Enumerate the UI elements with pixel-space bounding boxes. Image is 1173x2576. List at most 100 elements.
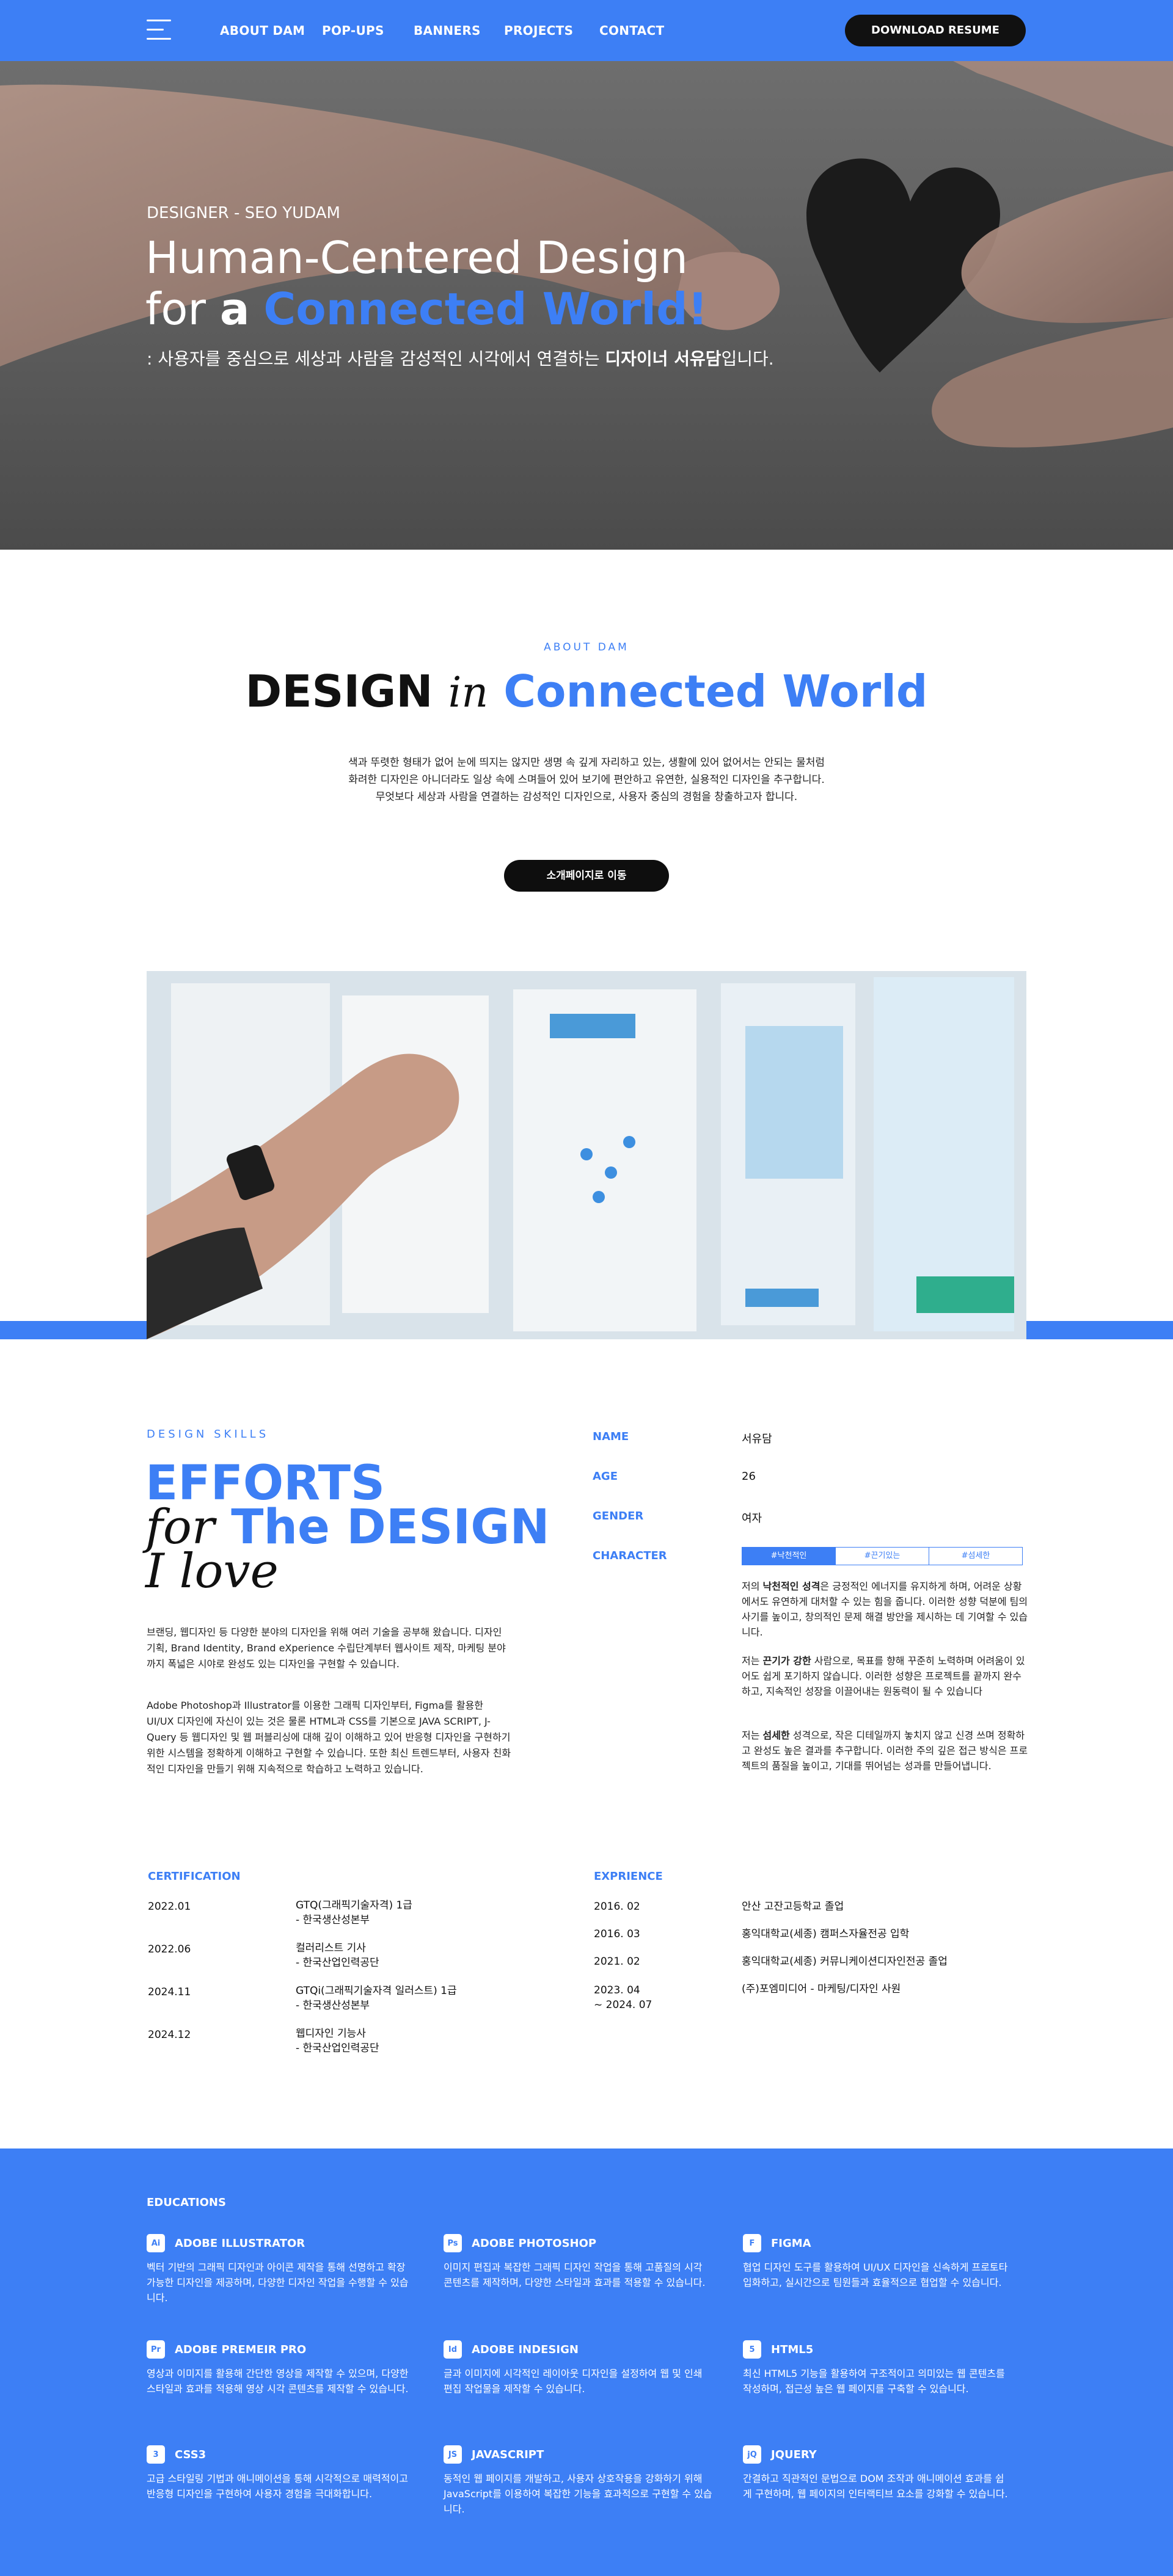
certification-label: CERTIFICATION: [148, 1870, 241, 1883]
hero-title-line1: Human-Centered Design: [145, 232, 688, 283]
hero-title-for: for: [145, 283, 206, 335]
edu-desc: 간결하고 직관적인 문법으로 DOM 조작과 애니메이션 효과를 쉽게 구현하며…: [743, 2473, 1008, 2500]
hamburger-menu-icon[interactable]: [147, 18, 171, 42]
name-value: 서유담: [742, 1433, 772, 1446]
edu-desc: 벡터 기반의 그래픽 디자인과 아이콘 제작을 통해 선명하고 확장 가능한 디…: [147, 2261, 409, 2304]
about-paragraph-line: 색과 뚜렷한 형태가 없어 눈에 띄지는 않지만 생명 속 깊게 자리하고 있는…: [348, 757, 825, 769]
edu-name: CSS3: [175, 2448, 206, 2461]
edu-desc: 동적인 웹 페이지를 개발하고, 사용자 상호작용을 강화하기 위해 JavaS…: [444, 2473, 712, 2515]
planning-board-photo: [147, 971, 1026, 1339]
char1-bold: 낙천적인 성격: [762, 1581, 820, 1592]
edu-desc: 고급 스타일링 기법과 애니메이션을 통해 시각적으로 매력적이고 반응형 디자…: [147, 2473, 408, 2500]
cert-issuer: - 한국산업인력공단: [296, 2042, 379, 2054]
hero-title-highlight: Connected World!: [263, 283, 708, 335]
edu-item-css3: 3 CSS3 고급 스타일링 기법과 애니메이션을 통해 시각적으로 매력적이고 …: [147, 2445, 415, 2501]
nav-link-pop-ups[interactable]: POP-UPS: [322, 23, 384, 38]
edu-name: ADOBE INDESIGN: [472, 2343, 579, 2356]
photoshop-icon: Ps: [444, 2234, 462, 2252]
nav-link-about-dam[interactable]: ABOUT DAM: [220, 23, 305, 38]
css3-icon: 3: [147, 2445, 165, 2464]
cert-title: 컬러리스트 기사: [296, 1942, 366, 1954]
figma-icon: F: [743, 2234, 761, 2252]
gender-value: 여자: [742, 1512, 762, 1525]
nav-link-projects[interactable]: PROJECTS: [504, 23, 573, 38]
cert-date: 2022.06: [148, 1943, 191, 1956]
edu-item-indesign: Id ADOBE INDESIGN 글과 이미지에 시각적인 레이아웃 디자인을 …: [444, 2340, 712, 2396]
character-paragraph-3: 저는 섬세한 성격으로, 작은 디테일까지 놓치지 않고 신경 쓰며 정확하고 …: [742, 1728, 1029, 1774]
jquery-icon: jQ: [743, 2445, 761, 2464]
skills-paragraph-1: 브랜딩, 웹디자인 등 다양한 분야의 디자인을 위해 여러 기술을 공부해 왔…: [147, 1626, 506, 1670]
edu-item-html5: 5 HTML5 최신 HTML5 기능을 활용하여 구조적이고 의미있는 웹 콘텐…: [743, 2340, 1012, 2396]
edu-name: HTML5: [771, 2343, 814, 2356]
char3-prefix: 저는: [742, 1730, 763, 1741]
tab-persistent[interactable]: #끈기있는: [835, 1547, 929, 1565]
edu-desc: 최신 HTML5 기능을 활용하여 구조적이고 의미있는 웹 콘텐츠를 작성하며…: [743, 2368, 1005, 2395]
edu-name: JQUERY: [771, 2448, 817, 2461]
tab-meticulous[interactable]: #섬세한: [929, 1547, 1023, 1565]
edu-item-jquery: jQ JQUERY 간결하고 직관적인 문법으로 DOM 조작과 애니메이션 효과…: [743, 2445, 1012, 2501]
edu-desc: 영상과 이미지를 활용해 간단한 영상을 제작할 수 있으며, 다양한 스타일과…: [147, 2368, 409, 2395]
cert-date: 2024.12: [148, 2029, 191, 2041]
edu-name: JAVASCRIPT: [472, 2448, 544, 2461]
cert-entry: 컬러리스트 기사 - 한국산업인력공단: [296, 1941, 379, 1970]
age-label: AGE: [593, 1470, 618, 1483]
char2-bold: 끈기가 강한: [762, 1655, 811, 1667]
html5-icon: 5: [743, 2340, 761, 2359]
skills-paragraph-2: Adobe Photoshop과 Illustrator를 이용한 그래픽 디자…: [147, 1700, 511, 1775]
edu-desc: 협업 디자인 도구를 활용하여 UI/UX 디자인을 신속하게 프로토타입화하고…: [743, 2261, 1008, 2288]
character-paragraph-1: 저의 낙천적인 성격은 긍정적인 에너지를 유지하게 하며, 어려운 상황에서도…: [742, 1579, 1029, 1640]
download-resume-button[interactable]: DOWNLOAD RESUME: [845, 15, 1026, 46]
hero-subtitle: : 사용자를 중심으로 세상과 사람을 감성적인 시각에서 연결하는 디자이너 …: [147, 346, 774, 370]
cert-issuer: - 한국산업인력공단: [296, 1957, 379, 1969]
exp-text: 홍익대학교(세종) 캠퍼스자율전공 입학: [742, 1928, 910, 1940]
character-label: CHARACTER: [593, 1549, 667, 1562]
age-value: 26: [742, 1470, 756, 1483]
about-kicker: ABOUT DAM: [544, 641, 629, 653]
top-navigation-bar: ABOUT DAM POP-UPS BANNERS PROJECTS CONTA…: [0, 0, 1173, 61]
edu-item-javascript: JS JAVASCRIPT 동적인 웹 페이지를 개발하고, 사용자 상호작용을 …: [444, 2445, 712, 2517]
intro-page-button[interactable]: 소개페이지로 이동: [504, 860, 669, 892]
hero-banner: DESIGNER - SEO YUDAM Human-Centered Desi…: [0, 61, 1173, 550]
edu-name: ADOBE PHOTOSHOP: [472, 2236, 597, 2250]
name-label: NAME: [593, 1430, 629, 1443]
cert-title: GTQi(그래픽기술자격 일러스트) 1급: [296, 1985, 457, 1997]
exp-text: 안산 고잔고등학교 졸업: [742, 1901, 844, 1913]
exp-date: 2016. 03: [594, 1928, 640, 1940]
hero-subtitle-suffix: 입니다.: [721, 349, 774, 369]
hero-kicker: DESIGNER - SEO YUDAM: [147, 204, 340, 222]
edu-name: ADOBE PREMEIR PRO: [175, 2343, 307, 2356]
exp-date: 2023. 04 ~ 2024. 07: [594, 1983, 652, 2012]
edu-desc: 글과 이미지에 시각적인 레이아웃 디자인을 설정하여 웹 및 인쇄 편집 작업…: [444, 2368, 703, 2395]
cert-issuer: - 한국생산성본부: [296, 1914, 370, 1926]
javascript-icon: JS: [444, 2445, 462, 2464]
educations-section: EDUCATIONS Ai ADOBE ILLUSTRATOR 벡터 기반의 그래…: [0, 2148, 1173, 2576]
cert-title: GTQ(그래픽기술자격) 1급: [296, 1899, 412, 1912]
gender-label: GENDER: [593, 1510, 644, 1523]
char3-bold: 섬세한: [762, 1730, 790, 1741]
nav-link-banners[interactable]: BANNERS: [414, 23, 481, 38]
skills-heading-line3: I love: [145, 1544, 279, 1599]
indesign-icon: Id: [444, 2340, 462, 2359]
tab-optimistic[interactable]: #낙천적인: [742, 1547, 836, 1565]
exp-date-start: 2023. 04: [594, 1984, 640, 1996]
char1-prefix: 저의: [742, 1581, 763, 1592]
exp-date: 2021. 02: [594, 1956, 640, 1968]
edu-item-figma: F FIGMA 협업 디자인 도구를 활용하여 UI/UX 디자인을 신속하게 프…: [743, 2234, 1012, 2290]
edu-name: FIGMA: [771, 2236, 811, 2250]
hero-subtitle-bold: 디자이너 서유담: [605, 349, 722, 369]
premiere-icon: Pr: [147, 2340, 165, 2359]
about-paragraph-line: 화려한 디자인은 아니더라도 일상 속에 스며들어 있어 보기에 편안하고 유연…: [348, 774, 825, 786]
cert-entry: GTQi(그래픽기술자격 일러스트) 1급 - 한국생산성본부: [296, 1984, 457, 2013]
edu-item-illustrator: Ai ADOBE ILLUSTRATOR 벡터 기반의 그래픽 디자인과 아이콘 …: [147, 2234, 415, 2305]
cert-title: 웹디자인 기능사: [296, 2028, 366, 2040]
hero-subtitle-prefix: : 사용자를 중심으로 세상과 사람을 감성적인 시각에서 연결하는: [147, 349, 600, 369]
cert-entry: GTQ(그래픽기술자격) 1급 - 한국생산성본부: [296, 1898, 412, 1927]
nav-link-contact[interactable]: CONTACT: [599, 23, 664, 38]
edu-desc: 이미지 편집과 복잡한 그래픽 디자인 작업을 통해 고품질의 시각 콘텐츠를 …: [444, 2261, 706, 2288]
exp-text: (주)포엠미디어 - 마케팅/디자인 사원: [742, 1983, 901, 1995]
exp-text: 홍익대학교(세종) 커뮤니케이션디자인전공 졸업: [742, 1956, 948, 1968]
cert-date: 2022.01: [148, 1901, 191, 1913]
edu-name: ADOBE ILLUSTRATOR: [175, 2236, 305, 2250]
hero-title-a: a: [219, 283, 250, 335]
skills-heading-the-design: The DESIGN: [231, 1500, 550, 1555]
